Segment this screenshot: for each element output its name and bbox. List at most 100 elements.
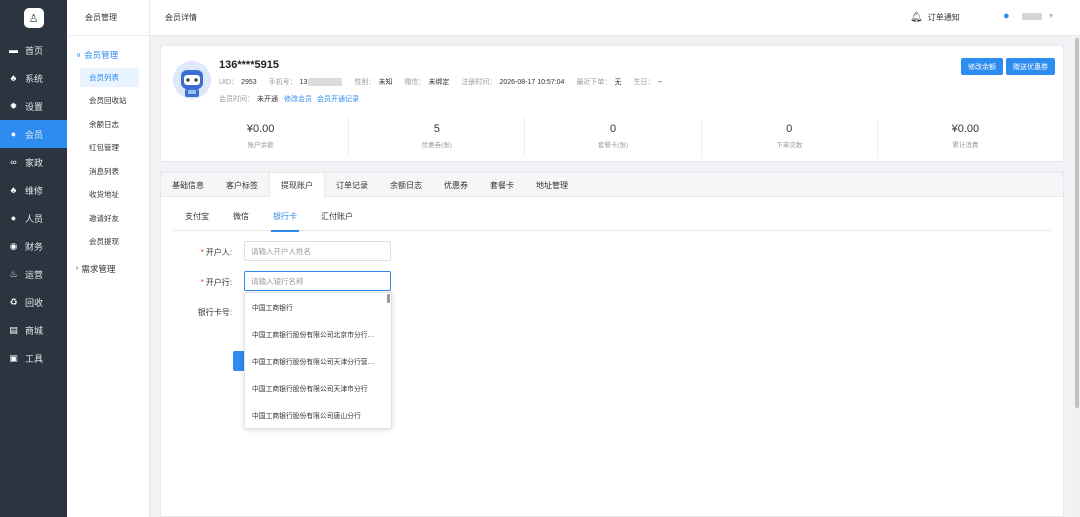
user-icon: ● — [10, 129, 17, 139]
member-profile-card: 136****5915 UID： 2953 手机号： 13 性别： 未知 微信： 未绑定… — [160, 45, 1064, 162]
nav-item[interactable]: ♣ 系统 — [0, 64, 67, 92]
gender-label: 性别： — [354, 79, 376, 86]
sub-menu: 会员管理 ∨ 会员管理 会员列表会员回收站 余额日志 红包管理 消息列表 收货地址 邀请好… — [67, 0, 150, 517]
bank-option-label: 中国工商银行股份有限公司北京市分行营... — [252, 331, 379, 339]
nav-item[interactable]: ▤ 商城 — [0, 316, 67, 344]
bank-option[interactable]: 中国工商银行 — [245, 293, 391, 320]
nav-item-label: 维修 — [25, 185, 44, 196]
app-logo[interactable]: ♙ — [0, 0, 67, 36]
bank-option-label: 中国工商银行股份有限公司天津市分行 — [252, 386, 368, 394]
stat-value: 5 — [433, 123, 440, 135]
nav-item[interactable]: ▣ 工具 — [0, 344, 67, 372]
nav-item[interactable]: ♣ 维修 — [0, 176, 67, 204]
user-menu[interactable]: ● ▼ — [1003, 10, 1055, 22]
mobile-label: 手机号： — [268, 79, 297, 86]
nav-item-label: 家政 — [25, 157, 44, 168]
nav-item-label: 财务 — [25, 241, 44, 252]
submenu-item[interactable]: 余额日志 — [67, 113, 149, 137]
order-notification[interactable]: 🔔︎ 订单通知 — [910, 12, 960, 23]
stat-item: 5 优惠券(张) — [349, 117, 526, 157]
stat-label: 套餐卡(张) — [597, 142, 629, 149]
nav-item[interactable]: ♨ 运营 — [0, 260, 67, 288]
member-stats: ¥0.00 账户余额 5 优惠券(张) 0 套餐卡(张) 0 下单次数 ¥0.00 累计消费 — [173, 117, 1053, 157]
tab[interactable]: 基础信息 — [161, 173, 215, 197]
tab[interactable]: 套餐卡 — [479, 173, 525, 197]
member-time-row: 会员时间： 未开通 修改会员 会员开通记录 — [219, 94, 364, 104]
nav-item[interactable]: ● 人员 — [0, 204, 67, 232]
tab[interactable]: 订单记录 — [325, 173, 379, 197]
nav-item[interactable]: ● 会员 — [0, 120, 67, 148]
store-icon: ▤ — [9, 324, 18, 335]
submenu-item[interactable]: 邀请好友 — [67, 207, 149, 231]
wechat-label: 微信： — [404, 79, 426, 86]
member-time-value: 未开通 — [257, 96, 278, 103]
nav-item[interactable]: ✹ 设置 — [0, 92, 67, 120]
stat-value: 0 — [609, 123, 617, 135]
sitemap-icon: ♣ — [10, 73, 17, 83]
submenu-group-label: 会员管理 — [84, 50, 119, 60]
bank-input[interactable]: 请输入银行名称 — [244, 271, 391, 291]
submenu-item[interactable]: 消息列表 — [67, 160, 149, 184]
nav-item[interactable]: ◉ 财务 — [0, 232, 67, 260]
stat-item: 0 下单次数 — [702, 117, 878, 157]
bank-option[interactable]: 中国工商银行股份有限公司天津市分行 — [245, 375, 391, 402]
register-value: 2026-08-17 10:57:04 — [499, 79, 565, 86]
user-avatar-icon: ● — [1003, 10, 1010, 22]
submenu-item[interactable]: 会员回收站 — [67, 89, 149, 113]
last-order-value: 无 — [614, 79, 622, 86]
stat-item: 0 套餐卡(张) — [525, 117, 702, 157]
bell-icon: 🔔︎ — [910, 12, 923, 23]
submenu-item[interactable]: 会员提现 — [67, 230, 149, 254]
birthday-label: 生日： — [633, 79, 655, 86]
submenu-item[interactable]: 红包管理 — [67, 136, 149, 160]
stat-value: ¥0.00 — [951, 123, 980, 135]
main-nav: ♙ ▬ 首页 ♣ 系统 ✹ 设置 ● 会员 ∞ 家政 ♣ 维修 ● 人员 ◉ 财务 ♨ 运营 ♻ 回收 ▤ 商城 ▣ 工具 — [0, 0, 67, 517]
uid-label: UID： — [219, 79, 239, 86]
holder-input[interactable]: 请输入开户人姓名 — [244, 241, 391, 261]
stat-item: ¥0.00 账户余额 — [173, 117, 350, 157]
member-time-label: 会员时间： — [219, 96, 254, 103]
nav-item[interactable]: ♻ 回收 — [0, 288, 67, 316]
gender-value: 未知 — [378, 79, 393, 86]
tab[interactable]: 提现账户 — [269, 173, 325, 198]
account-type-tab[interactable]: 汇付账户 — [309, 211, 365, 231]
modify-balance-button[interactable]: 修改余额 — [961, 58, 1003, 75]
nav-item-label: 首页 — [25, 45, 44, 56]
submenu-group-demand[interactable]: › 需求管理 — [67, 258, 149, 280]
stat-item: ¥0.00 累计消费 — [878, 117, 1053, 157]
nav-item-label: 运营 — [25, 269, 44, 280]
submenu-item[interactable]: 收货地址 — [67, 183, 149, 207]
briefcase-icon: ▣ — [9, 352, 18, 363]
account-type-tab[interactable]: 支付宝 — [173, 211, 221, 231]
nav-item[interactable]: ∞ 家政 — [0, 148, 67, 176]
account-type-tab[interactable]: 微信 — [221, 211, 261, 231]
bank-option-label: 中国工商银行 — [252, 304, 293, 312]
submenu-group-member[interactable]: ∨ 会员管理 — [67, 44, 149, 66]
wechat-value: 未绑定 — [428, 79, 450, 86]
scrollbar-thumb[interactable] — [1075, 38, 1079, 408]
bank-option-label: 中国工商银行股份有限公司唐山分行 — [252, 413, 361, 421]
page-scrollbar[interactable] — [1074, 36, 1080, 517]
bank-option[interactable]: 中国工商银行股份有限公司唐山分行 — [245, 402, 391, 428]
account-type-tab[interactable]: 银行卡 — [261, 211, 309, 232]
nav-item[interactable]: ▬ 首页 — [0, 36, 67, 64]
submenu-item[interactable]: 会员列表 — [80, 68, 139, 87]
bank-option[interactable]: 中国工商银行股份有限公司北京市分行营... — [245, 320, 391, 347]
member-record-link[interactable]: 会员开通记录 — [317, 94, 359, 104]
link-icon: ∞ — [10, 157, 17, 167]
tab[interactable]: 客户标签 — [215, 173, 269, 197]
gift-coupon-button[interactable]: 赠送优惠券 — [1006, 58, 1055, 75]
modify-member-link[interactable]: 修改会员 — [284, 94, 312, 104]
bank-option-label: 中国工商银行股份有限公司天津分行营业部 — [252, 358, 379, 366]
tab[interactable]: 优惠券 — [433, 173, 479, 197]
nav-item-label: 系统 — [25, 73, 44, 84]
mobile-value: 13 — [299, 79, 308, 86]
coin-icon: ◉ — [9, 240, 18, 251]
dropdown-scrollbar[interactable] — [387, 294, 390, 303]
tab[interactable]: 余额日志 — [379, 173, 433, 197]
logo-icon: ♙ — [23, 8, 44, 28]
birthday-value: -- — [657, 79, 663, 86]
tab[interactable]: 地址管理 — [525, 173, 579, 197]
stat-label: 账户余额 — [247, 142, 274, 149]
bank-option[interactable]: 中国工商银行股份有限公司天津分行营业部 — [245, 347, 391, 374]
